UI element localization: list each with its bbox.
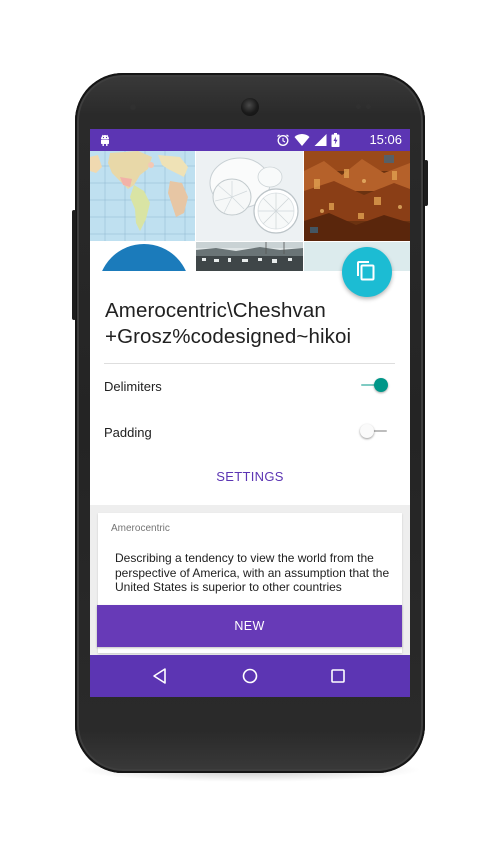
settings-button[interactable]: SETTINGS (190, 463, 310, 491)
padding-switch[interactable] (359, 423, 389, 443)
image-painting (304, 151, 410, 241)
padding-switch-thumb (360, 424, 374, 438)
delimiters-switch[interactable] (359, 377, 389, 397)
app-screen: 15:06 Amerocentric\Cheshvan +Grosz%codes… (90, 129, 410, 697)
divider (104, 363, 395, 364)
power-button (424, 160, 428, 206)
android-icon (101, 134, 109, 146)
volume-button (72, 210, 76, 320)
signal-icon (314, 134, 327, 146)
navigation-bar (90, 655, 410, 697)
home-icon[interactable] (240, 666, 260, 686)
wifi-icon (294, 134, 310, 146)
image-harbor (196, 242, 303, 271)
delimiters-label: Delimiters (104, 379, 162, 394)
definition-text: Describing a tendency to view the world … (115, 551, 390, 594)
front-camera (130, 104, 136, 110)
earpiece-speaker (241, 98, 259, 116)
new-button[interactable]: NEW (97, 605, 402, 647)
light-sensor (366, 104, 371, 109)
image-lemons (196, 151, 303, 241)
recents-icon[interactable] (328, 666, 348, 686)
copy-icon (357, 261, 375, 281)
passphrase-line-1: Amerocentric\Cheshvan (105, 299, 326, 322)
passphrase-line-2: +Grosz%codesigned~hikoi (105, 325, 352, 348)
delimiters-switch-thumb (374, 378, 388, 392)
status-icons (276, 133, 340, 147)
back-icon[interactable] (150, 666, 170, 686)
alarm-icon (277, 134, 289, 146)
battery-charging-icon (331, 133, 340, 147)
status-bar: 15:06 (90, 129, 410, 151)
copy-button[interactable] (342, 247, 392, 297)
image-world-map (90, 151, 195, 241)
device-mockup: 15:06 Amerocentric\Cheshvan +Grosz%codes… (0, 0, 500, 845)
definition-word: Amerocentric (111, 523, 170, 534)
status-clock: 15:06 (369, 132, 402, 147)
image-blue-circle (90, 242, 195, 271)
proximity-sensor (356, 104, 361, 109)
padding-label: Padding (104, 425, 152, 440)
